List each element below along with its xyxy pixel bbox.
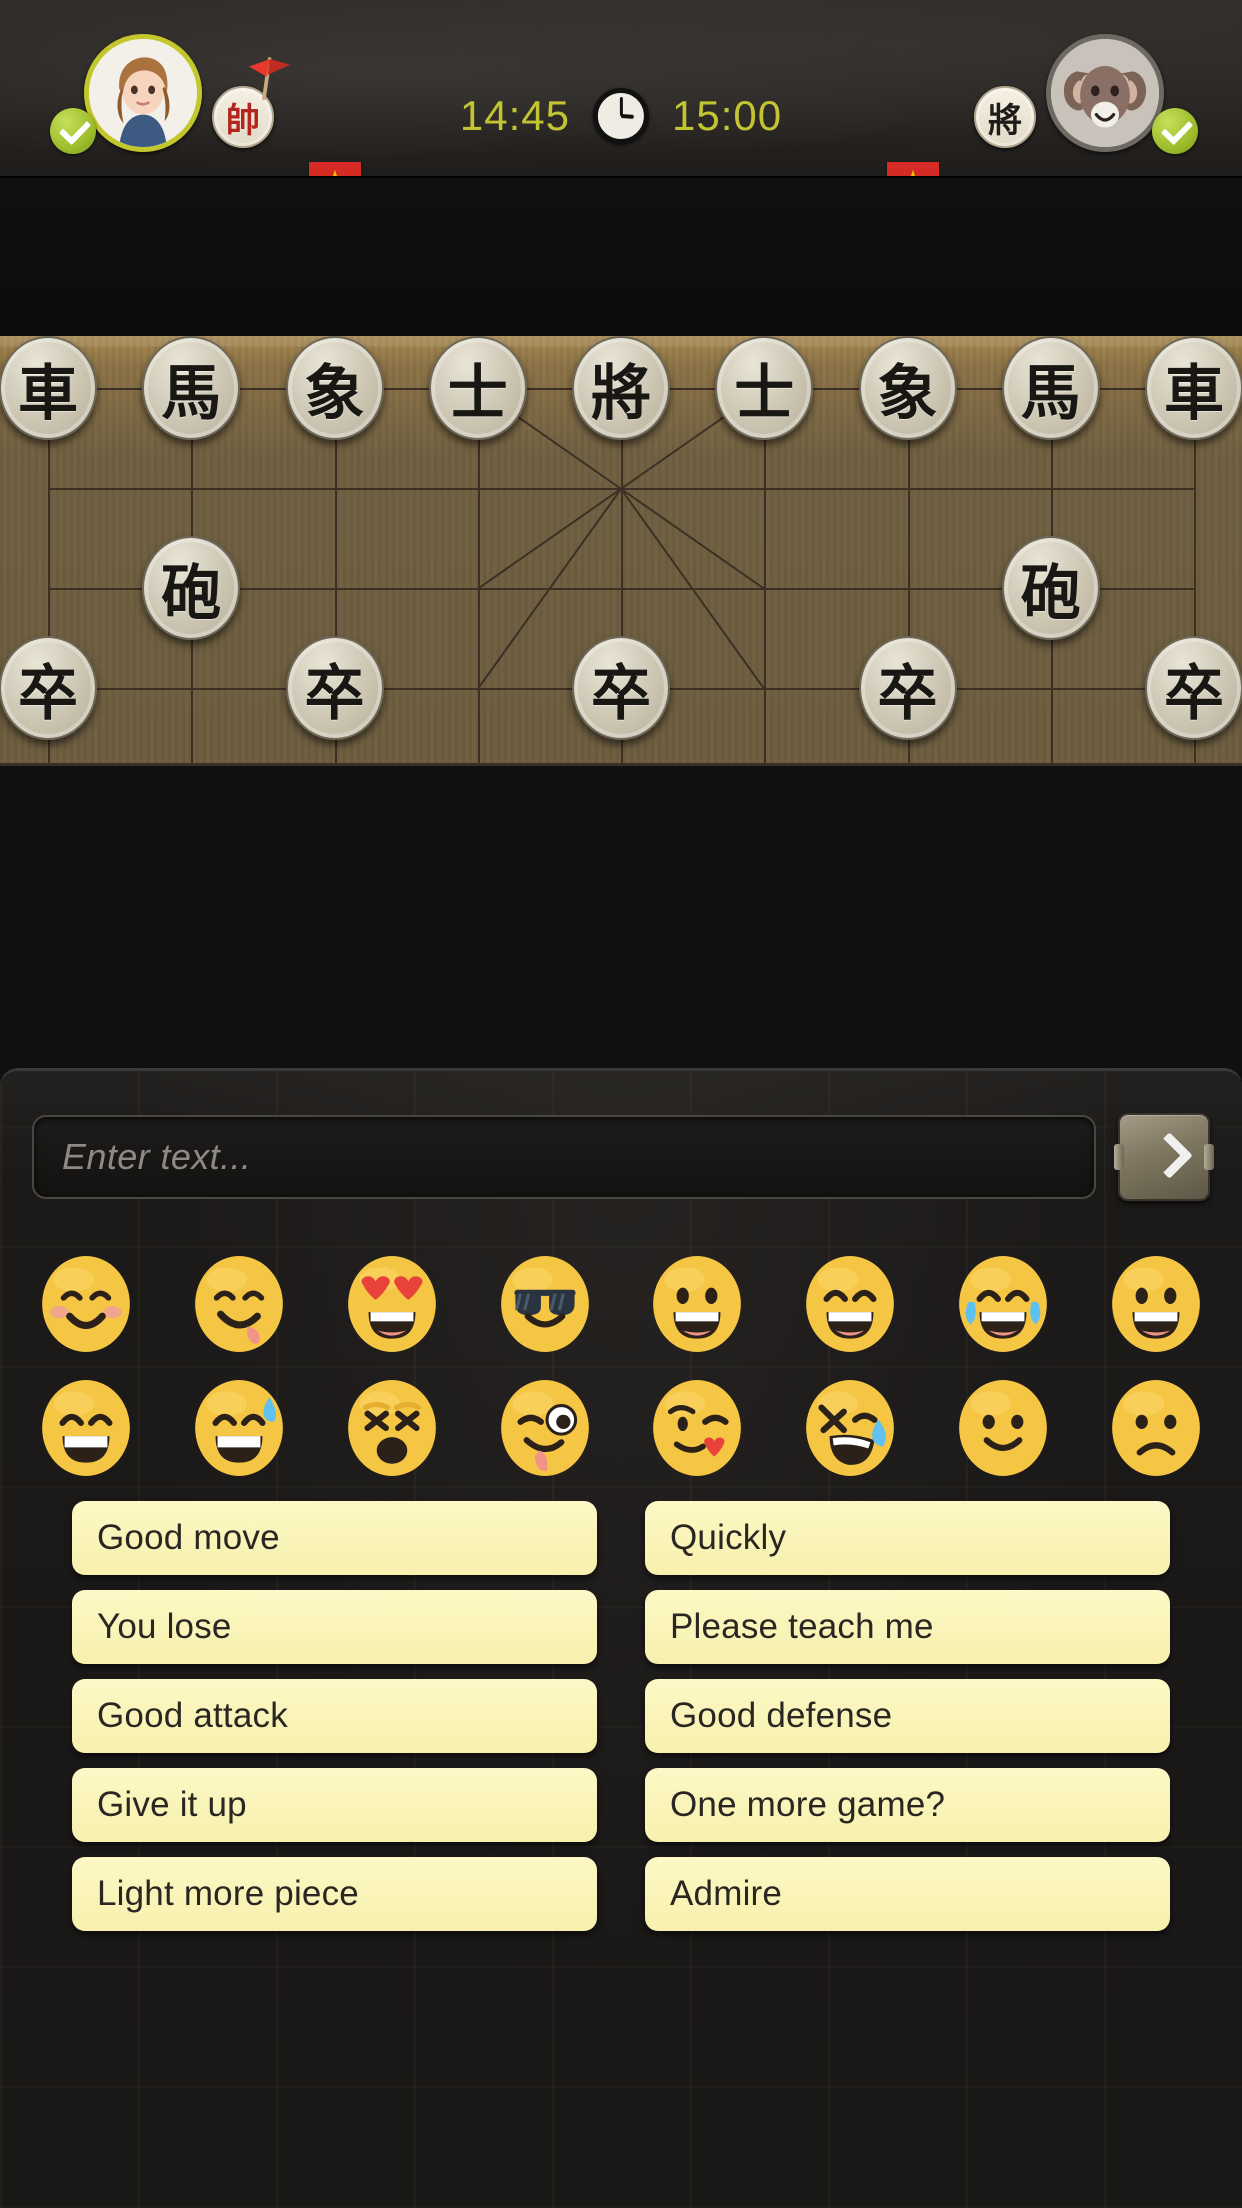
quick-message-button[interactable]: You lose [72, 1590, 597, 1664]
player-right-avatar-wrap[interactable] [1046, 34, 1198, 154]
slight-smile-emoji[interactable] [943, 1370, 1063, 1486]
quick-message-row: Good move Quickly [72, 1501, 1170, 1575]
board-piece[interactable]: 車 [1145, 336, 1242, 440]
board-piece[interactable]: 卒 [858, 636, 957, 740]
player-left-country-flag: ★ [309, 162, 361, 176]
board-piece[interactable]: 士 [428, 336, 527, 440]
grin-smiling-eyes-emoji[interactable] [790, 1246, 910, 1362]
chat-input-placeholder: Enter text... [62, 1136, 252, 1177]
board-piece[interactable]: 卒 [0, 636, 97, 740]
check-badge-icon [1152, 108, 1198, 154]
board-piece[interactable]: 士 [715, 336, 814, 440]
quick-message-row: You lose Please teach me [72, 1590, 1170, 1664]
player-left[interactable]: 帥 ★ Pucado [50, 34, 361, 176]
zany-wink-tongue-emoji[interactable] [485, 1370, 605, 1486]
avatar[interactable] [1046, 34, 1164, 152]
check-badge-icon [50, 108, 96, 154]
blush-smile-emoji[interactable] [26, 1246, 146, 1362]
girl-avatar-icon [89, 39, 197, 147]
header-board-gap [0, 178, 1242, 336]
quick-message-row: Give it up One more game? [72, 1768, 1170, 1842]
slight-frown-emoji[interactable] [1096, 1370, 1216, 1486]
flag-star-icon: ★ [324, 167, 346, 176]
xiangqi-board[interactable]: 車馬象士將士象馬車砲砲卒卒卒卒卒 [0, 336, 1242, 766]
board-piece[interactable]: 卒 [572, 636, 670, 740]
game-header: 帥 ★ Pucado 14:45 15:00 [0, 0, 1242, 178]
clock-zone: 14:45 15:00 [460, 88, 782, 144]
player-left-avatar-wrap[interactable] [50, 34, 291, 154]
left-player-timer: 14:45 [459, 92, 570, 139]
red-flag-icon [249, 57, 291, 101]
board-vertical-line [477, 388, 480, 763]
emoji-grid[interactable] [0, 1246, 1242, 1486]
yum-tongue-emoji[interactable] [179, 1246, 299, 1362]
chat-input-row: Enter text... [32, 1113, 1214, 1201]
quick-message-button[interactable]: Admire [645, 1857, 1170, 1931]
quick-message-button[interactable]: Quickly [645, 1501, 1170, 1575]
weary-tired-emoji[interactable] [332, 1370, 452, 1486]
quick-message-row: Good attack Good defense [72, 1679, 1170, 1753]
player-right-piece: 將 [974, 86, 1036, 148]
right-player-timer: 15:00 [672, 92, 783, 139]
player-right[interactable]: 將 ★ Player566474 [887, 34, 1198, 176]
emoji-row [0, 1370, 1242, 1486]
quick-message-button[interactable]: Give it up [72, 1768, 597, 1842]
clock-icon [593, 88, 649, 144]
sweat-smile-emoji[interactable] [179, 1370, 299, 1486]
grinning-open-emoji[interactable] [1096, 1246, 1216, 1362]
avatar[interactable] [84, 34, 202, 152]
quick-message-grid[interactable]: Good move Quickly You lose Please teach me G… [0, 1501, 1242, 1931]
sunglasses-emoji[interactable] [485, 1246, 605, 1362]
quick-message-button[interactable]: Please teach me [645, 1590, 1170, 1664]
tears-of-joy-emoji[interactable] [943, 1246, 1063, 1362]
board-piece[interactable]: 車 [0, 336, 97, 440]
board-piece[interactable]: 象 [285, 336, 384, 440]
board-piece[interactable]: 卒 [285, 636, 384, 740]
rofl-emoji[interactable] [790, 1370, 910, 1486]
board-piece[interactable]: 馬 [1001, 336, 1100, 440]
board-piece[interactable]: 象 [858, 336, 957, 440]
emoji-row [0, 1246, 1242, 1362]
quick-message-button[interactable]: Good attack [72, 1679, 597, 1753]
flag-star-icon: ★ [902, 167, 924, 176]
ram-avatar-icon [1051, 39, 1159, 147]
quick-message-button[interactable]: Good defense [645, 1679, 1170, 1753]
board-piece[interactable]: 馬 [142, 336, 241, 440]
quick-message-row: Light more piece Admire [72, 1857, 1170, 1931]
send-button[interactable] [1114, 1113, 1214, 1201]
board-piece[interactable]: 砲 [1001, 536, 1100, 640]
kiss-heart-emoji[interactable] [637, 1370, 757, 1486]
quick-message-button[interactable]: Good move [72, 1501, 597, 1575]
board-piece[interactable]: 將 [572, 336, 670, 440]
quick-message-button[interactable]: Light more piece [72, 1857, 597, 1931]
chevron-right-icon [1151, 1134, 1177, 1180]
board-piece[interactable]: 卒 [1145, 636, 1242, 740]
grinning-emoji[interactable] [637, 1246, 757, 1362]
quick-message-button[interactable]: One more game? [645, 1768, 1170, 1842]
grin-beaming-emoji[interactable] [26, 1370, 146, 1486]
board-piece[interactable]: 砲 [142, 536, 241, 640]
board-vertical-line [764, 388, 767, 763]
chat-text-input[interactable]: Enter text... [32, 1115, 1096, 1199]
player-right-country-flag: ★ [887, 162, 939, 176]
chat-panel: Enter text... Good move Quickly You lose… [0, 1068, 1242, 2208]
xiangqi-game-screen: 帥 ★ Pucado 14:45 15:00 [0, 0, 1242, 2208]
heart-eyes-emoji[interactable] [332, 1246, 452, 1362]
